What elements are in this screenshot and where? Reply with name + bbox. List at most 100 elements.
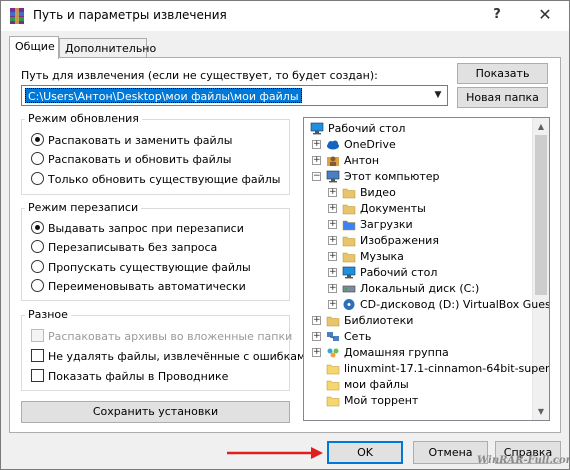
scroll-down-icon[interactable]: ▼ — [533, 403, 549, 420]
new-folder-button[interactable]: Новая папка — [457, 87, 548, 108]
check-keep-broken[interactable]: Не удалять файлы, извлечённые с ошибками — [31, 349, 312, 365]
watermark: WinRAR-Full.com — [477, 455, 570, 466]
winrar-app-icon — [10, 8, 24, 24]
radio-label: Выдавать запрос при перезаписи — [48, 222, 244, 235]
check-extract-subfolders[interactable]: Распаковать архивы во вложенные папки — [31, 329, 292, 345]
radio-button[interactable] — [31, 152, 44, 165]
misc-title: Разное — [25, 308, 71, 321]
title-bar: Путь и параметры извлечения ? ✕ — [1, 1, 569, 31]
tree-item[interactable]: + Антон — [304, 153, 532, 169]
libraries-icon — [326, 316, 340, 327]
close-button[interactable]: ✕ — [523, 1, 567, 29]
radio-ask-overwrite[interactable]: Выдавать запрос при перезаписи — [31, 221, 244, 237]
help-title-button[interactable]: ? — [475, 1, 519, 29]
path-value[interactable]: C:\Users\Антон\Desktop\мои файлы\мои фай… — [25, 88, 302, 103]
tree-item[interactable]: + Музыка — [304, 249, 532, 265]
tree-item[interactable]: linuxmint-17.1-cinnamon-64bit-super-t — [304, 361, 549, 377]
expand-icon[interactable]: + — [328, 188, 337, 197]
red-arrow-annotation — [227, 447, 323, 459]
expand-icon[interactable]: + — [328, 220, 337, 229]
radio-button[interactable] — [31, 260, 44, 273]
radio-button[interactable] — [31, 240, 44, 253]
folder-tree[interactable]: ▲ ▼ Рабочий стол + OneDrive + Антон − Этот ком… — [303, 117, 550, 421]
expand-icon[interactable]: + — [328, 284, 337, 293]
expand-icon[interactable]: + — [312, 156, 321, 165]
tree-item-label: OneDrive — [344, 138, 396, 151]
expand-icon[interactable]: + — [328, 268, 337, 277]
tree-item[interactable]: Рабочий стол — [304, 121, 532, 137]
tree-item[interactable]: − Этот компьютер — [304, 169, 532, 185]
expand-icon[interactable]: + — [328, 204, 337, 213]
expand-icon[interactable]: + — [328, 300, 337, 309]
checkbox[interactable] — [31, 369, 44, 382]
radio-only-update[interactable]: Только обновить существующие файлы — [31, 172, 280, 188]
expand-icon[interactable]: + — [328, 236, 337, 245]
save-settings-button[interactable]: Сохранить установки — [21, 401, 290, 423]
radio-skip-existing[interactable]: Пропускать существующие файлы — [31, 260, 251, 276]
radio-extract-replace[interactable]: Распаковать и заменить файлы — [31, 133, 232, 149]
scroll-up-icon[interactable]: ▲ — [533, 118, 549, 135]
radio-label: Перезаписывать без запроса — [48, 241, 218, 254]
show-button[interactable]: Показать — [457, 63, 548, 84]
radio-label: Только обновить существующие файлы — [48, 173, 281, 186]
window-title: Путь и параметры извлечения — [33, 8, 227, 22]
expand-icon[interactable]: + — [312, 140, 321, 149]
tree-item-label: Рабочий стол — [328, 122, 406, 135]
tree-item[interactable]: + CD-дисковод (D:) VirtualBox Gues — [304, 297, 549, 313]
check-show-in-explorer[interactable]: Показать файлы в Проводнике — [31, 369, 228, 385]
tree-item[interactable]: + Домашняя группа — [304, 345, 532, 361]
cd-drive-icon — [343, 299, 355, 310]
expand-icon[interactable]: + — [312, 316, 321, 325]
tree-item[interactable]: + OneDrive — [304, 137, 532, 153]
tree-item[interactable]: + Сеть — [304, 329, 532, 345]
tab-general-label: Общие — [15, 40, 55, 53]
collapse-icon[interactable]: − — [312, 172, 321, 181]
tree-item[interactable]: + Локальный диск (C:) — [304, 281, 532, 297]
update-mode-title: Режим обновления — [25, 112, 142, 125]
tree-item-label: Документы — [360, 202, 426, 215]
radio-overwrite-no-prompt[interactable]: Перезаписывать без запроса — [31, 240, 217, 256]
radio-label: Переименовывать автоматически — [48, 280, 246, 293]
radio-button[interactable] — [31, 133, 44, 146]
tree-item[interactable]: + Библиотеки — [304, 313, 532, 329]
video-folder-icon — [342, 188, 356, 199]
tree-item[interactable]: Мой торрент — [304, 393, 532, 409]
folder-icon — [326, 380, 340, 391]
radio-button[interactable] — [31, 172, 44, 185]
chevron-down-icon[interactable]: ▼ — [429, 86, 447, 105]
desktop-icon — [310, 122, 324, 135]
tree-item-label: Сеть — [344, 330, 372, 343]
ok-button[interactable]: OK — [327, 441, 403, 464]
computer-icon — [326, 170, 340, 183]
tree-item[interactable]: + Загрузки — [304, 217, 532, 233]
radio-extract-update[interactable]: Распаковать и обновить файлы — [31, 152, 231, 168]
expand-icon[interactable]: + — [312, 332, 321, 341]
user-icon — [327, 156, 339, 166]
downloads-folder-icon — [342, 220, 356, 231]
drive-icon — [342, 285, 356, 293]
folder-icon — [326, 364, 340, 375]
pictures-folder-icon — [342, 236, 356, 247]
radio-label: Пропускать существующие файлы — [48, 261, 251, 274]
tree-item-label: мои файлы — [344, 378, 409, 391]
path-combobox[interactable]: C:\Users\Антон\Desktop\мои файлы\мои фай… — [21, 85, 448, 106]
tree-item[interactable]: + Изображения — [304, 233, 532, 249]
overwrite-mode-title: Режим перезаписи — [25, 201, 142, 214]
tree-item[interactable]: мои файлы — [304, 377, 532, 393]
scroll-thumb[interactable] — [535, 135, 547, 295]
tree-item[interactable]: + Видео — [304, 185, 532, 201]
tab-advanced[interactable]: Дополнительно — [59, 38, 156, 59]
checkbox[interactable] — [31, 329, 44, 342]
radio-button[interactable] — [31, 279, 44, 292]
expand-icon[interactable]: + — [328, 252, 337, 261]
radio-rename-auto[interactable]: Переименовывать автоматически — [31, 279, 246, 295]
tree-item[interactable]: + Документы — [304, 201, 532, 217]
tab-advanced-label: Дополнительно — [65, 42, 157, 55]
tab-general[interactable]: Общие — [9, 36, 59, 59]
tree-item-label: Музыка — [360, 250, 404, 263]
checkbox[interactable] — [31, 349, 44, 362]
expand-icon[interactable]: + — [312, 348, 321, 357]
tree-item-label: Рабочий стол — [360, 266, 438, 279]
radio-button[interactable] — [31, 221, 44, 234]
tree-item[interactable]: + Рабочий стол — [304, 265, 532, 281]
